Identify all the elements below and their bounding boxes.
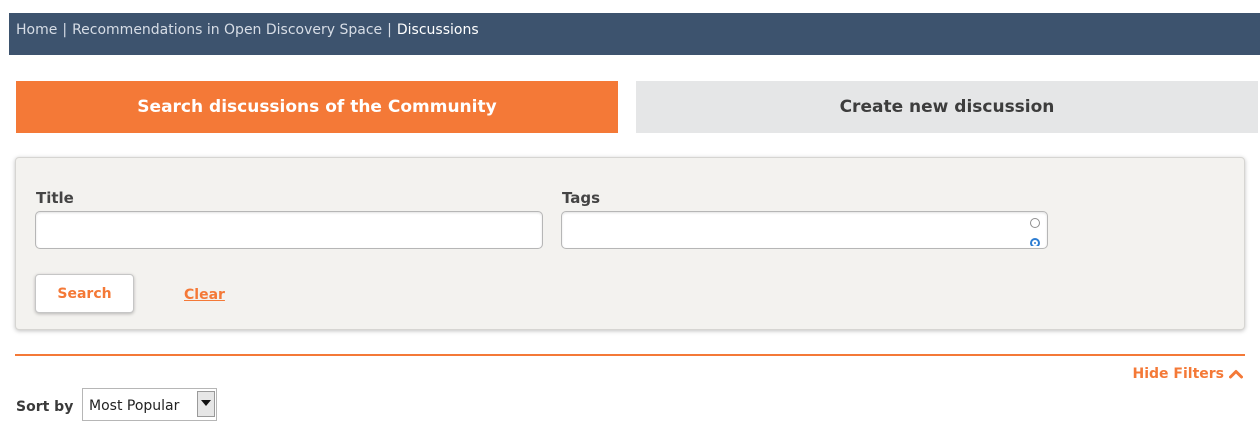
sort-label: Sort by	[16, 399, 74, 415]
breadcrumb: Home | Recommendations in Open Discovery S…	[9, 13, 1260, 55]
sort-selected-value: Most Popular	[89, 398, 180, 414]
breadcrumb-home[interactable]: Home	[16, 22, 57, 38]
title-label: Title	[36, 189, 74, 207]
title-input[interactable]	[35, 211, 543, 249]
breadcrumb-separator: |	[62, 22, 68, 38]
sort-dropdown-button[interactable]	[197, 391, 215, 417]
filter-panel: Title Tags Search Clear	[15, 157, 1245, 330]
hide-filters-label: Hide Filters	[1132, 366, 1225, 382]
caret-down-icon	[201, 400, 211, 406]
tags-label: Tags	[562, 189, 601, 207]
hide-filters-toggle[interactable]: Hide Filters	[1132, 366, 1243, 382]
breadcrumb-current-discussions: Discussions	[396, 22, 479, 38]
radio-selected-icon[interactable]	[1030, 238, 1040, 246]
tab-create-discussion[interactable]: Create new discussion	[636, 81, 1258, 133]
chevron-up-icon	[1229, 370, 1243, 379]
tab-search-discussions[interactable]: Search discussions of the Community	[16, 81, 618, 133]
radio-unselected-icon[interactable]	[1030, 218, 1040, 228]
filters-divider	[15, 354, 1245, 356]
breadcrumb-recommendations[interactable]: Recommendations in Open Discovery Space	[72, 22, 382, 38]
breadcrumb-separator: |	[387, 22, 392, 38]
tags-scroll-indicator[interactable]	[1029, 216, 1043, 246]
clear-link[interactable]: Clear	[184, 287, 225, 303]
search-button[interactable]: Search	[35, 274, 134, 313]
tags-input[interactable]	[561, 211, 1048, 249]
sort-select[interactable]: Most Popular	[82, 388, 217, 421]
